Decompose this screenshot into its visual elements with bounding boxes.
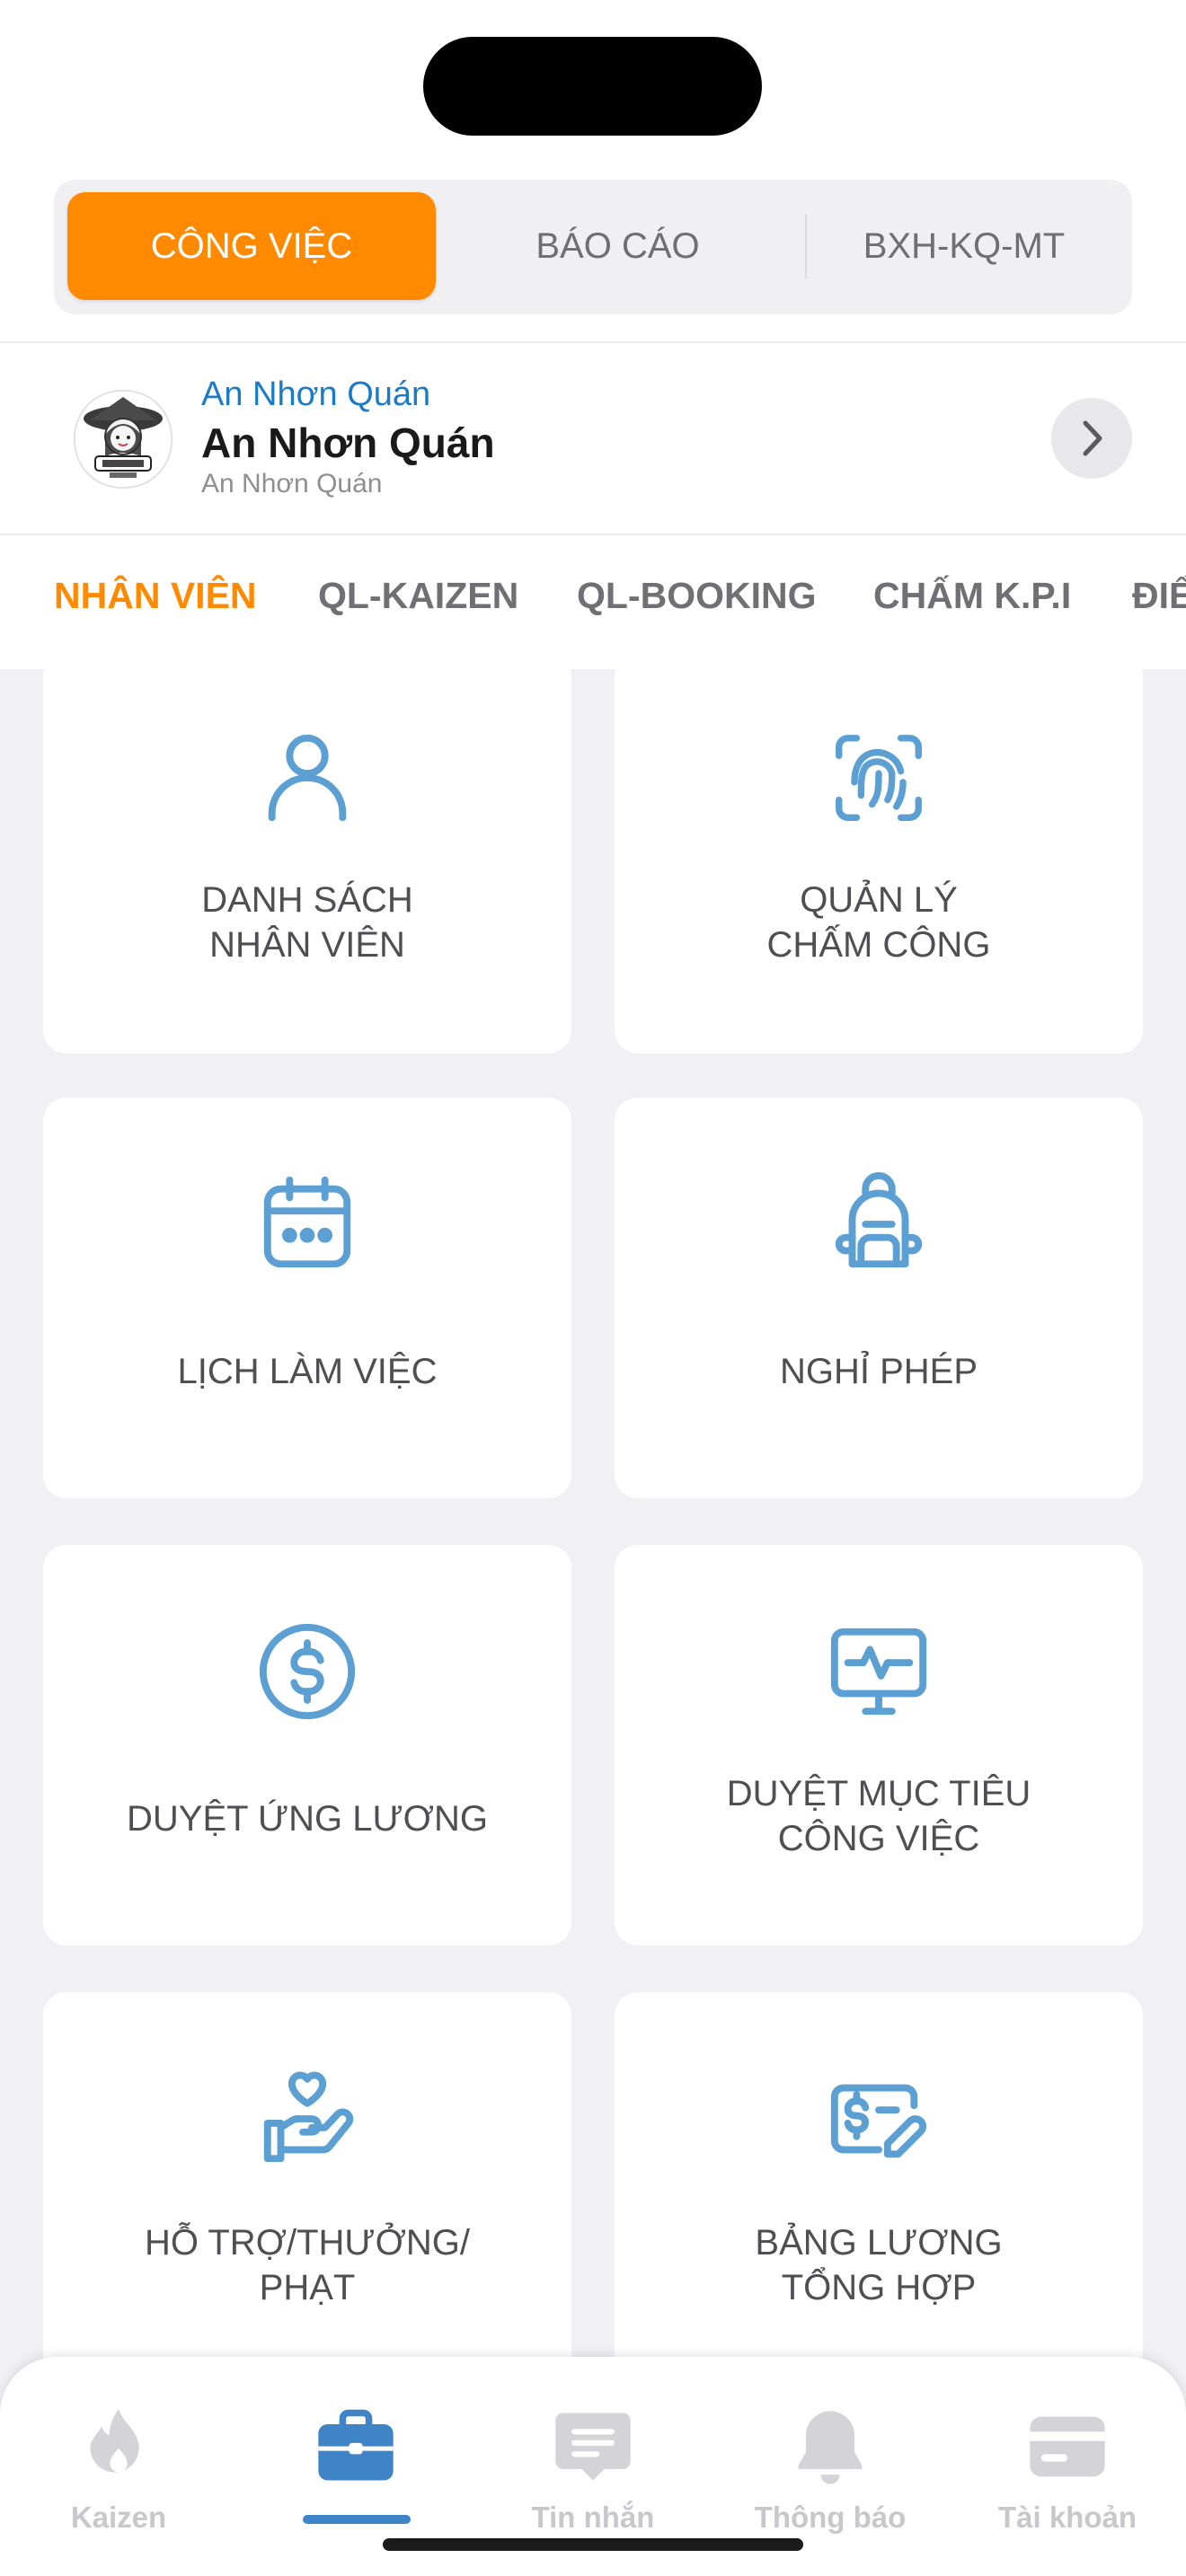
divider [0,341,1186,343]
user-icon [268,734,347,822]
segment-separator [805,214,807,278]
nav-label: Tài khoản [997,2501,1137,2534]
card-label: HỖ TRỢ/THƯỞNG/ [144,2223,470,2263]
card-label: CÔNG VIỆC [777,1819,980,1858]
message-icon [555,2413,631,2481]
divider [0,534,1186,535]
card-label: QUẢN LÝ [800,880,958,920]
card-label: TỔNG HỢP [781,2268,977,2307]
card-danh-sach-nhan-vien[interactable]: DANH SÁCH NHÂN VIÊN [43,653,571,1054]
segmented-control: CÔNG VIỆC BÁO CÁO BXH-KQ-MT [54,180,1132,314]
store-avatar [74,390,173,489]
card-label: DUYỆT ỨNG LƯƠNG [127,1799,488,1839]
card-bang-luong-tong-hop[interactable]: BẢNG LƯƠNG TỔNG HỢP [615,1992,1143,2393]
dollar-icon [259,1623,356,1720]
card-label: PHẠT [259,2268,356,2307]
card-duyet-muc-tieu-cong-viec[interactable]: DUYỆT MỤC TIÊU CÔNG VIỆC [615,1545,1143,1945]
segment-bxh-kq-mt[interactable]: BXH-KQ-MT [809,192,1120,300]
nav-label: Thông báo [754,2501,907,2534]
tab-cham-kpi[interactable]: CHẤM K.P.I [873,575,1071,617]
card-label: DUYỆT MỤC TIÊU [726,1774,1031,1813]
hand-heart-icon [263,2071,354,2163]
store-link[interactable]: An Nhơn Quán [201,375,430,414]
tab-nhan-vien[interactable]: NHÂN VIÊN [54,575,257,617]
card-label: NGHỈ PHÉP [779,1352,978,1391]
header-area: CÔNG VIỆC BÁO CÁO BXH-KQ-MT An Nhơn Quán… [0,0,1186,670]
store-subtitle: An Nhơn Quán [201,469,383,498]
bell-icon [798,2411,863,2484]
store-open-button[interactable] [1051,398,1132,479]
card-label: NHÂN VIÊN [209,925,405,965]
chevron-right-icon [1083,420,1102,456]
calendar-icon [263,1176,351,1268]
card-label: DANH SÁCH [201,880,413,920]
store-name: An Nhơn Quán [201,419,495,466]
card-ho-tro-thuong-phat[interactable]: HỖ TRỢ/THƯỞNG/ PHẠT [43,1992,571,2393]
card-lich-lam-viec[interactable]: LỊCH LÀM VIỆC [43,1098,571,1498]
card-duyet-ung-luong[interactable]: DUYỆT ỨNG LƯƠNG [43,1545,571,1945]
monitor-pulse-icon [830,1628,927,1716]
briefcase-icon [318,2409,394,2481]
card-nghi-phep[interactable]: NGHỈ PHÉP [615,1098,1143,1498]
card-label: LỊCH LÀM VIỆC [177,1352,438,1391]
nav-kaizen[interactable]: Kaizen [0,2357,237,2576]
nav-label: Tin nhắn [531,2501,655,2534]
flame-icon [90,2409,139,2473]
backpack-icon [835,1172,923,1268]
tab-diem[interactable]: ĐIỂ [1132,575,1186,617]
tab-ql-kaizen[interactable]: QL-KAIZEN [318,575,518,617]
nav-label: Kaizen [70,2501,167,2534]
segment-cong-viec[interactable]: CÔNG VIỆC [67,192,436,300]
nav-active-indicator [303,2515,411,2524]
fingerprint-icon [836,735,922,821]
nav-tai-khoan[interactable]: Tài khoản [949,2357,1186,2576]
segment-bao-cao[interactable]: BÁO CÁO [436,192,800,300]
card-quan-ly-cham-cong[interactable]: QUẢN LÝ CHẤM CÔNG [615,653,1143,1054]
card-label: CHẤM CÔNG [766,925,991,965]
dynamic-island [423,37,762,136]
home-indicator [383,2538,803,2551]
card-icon [1030,2416,1105,2477]
payroll-icon [830,2084,927,2158]
tab-ql-booking[interactable]: QL-BOOKING [577,575,816,617]
card-label: BẢNG LƯƠNG [755,2223,1003,2263]
